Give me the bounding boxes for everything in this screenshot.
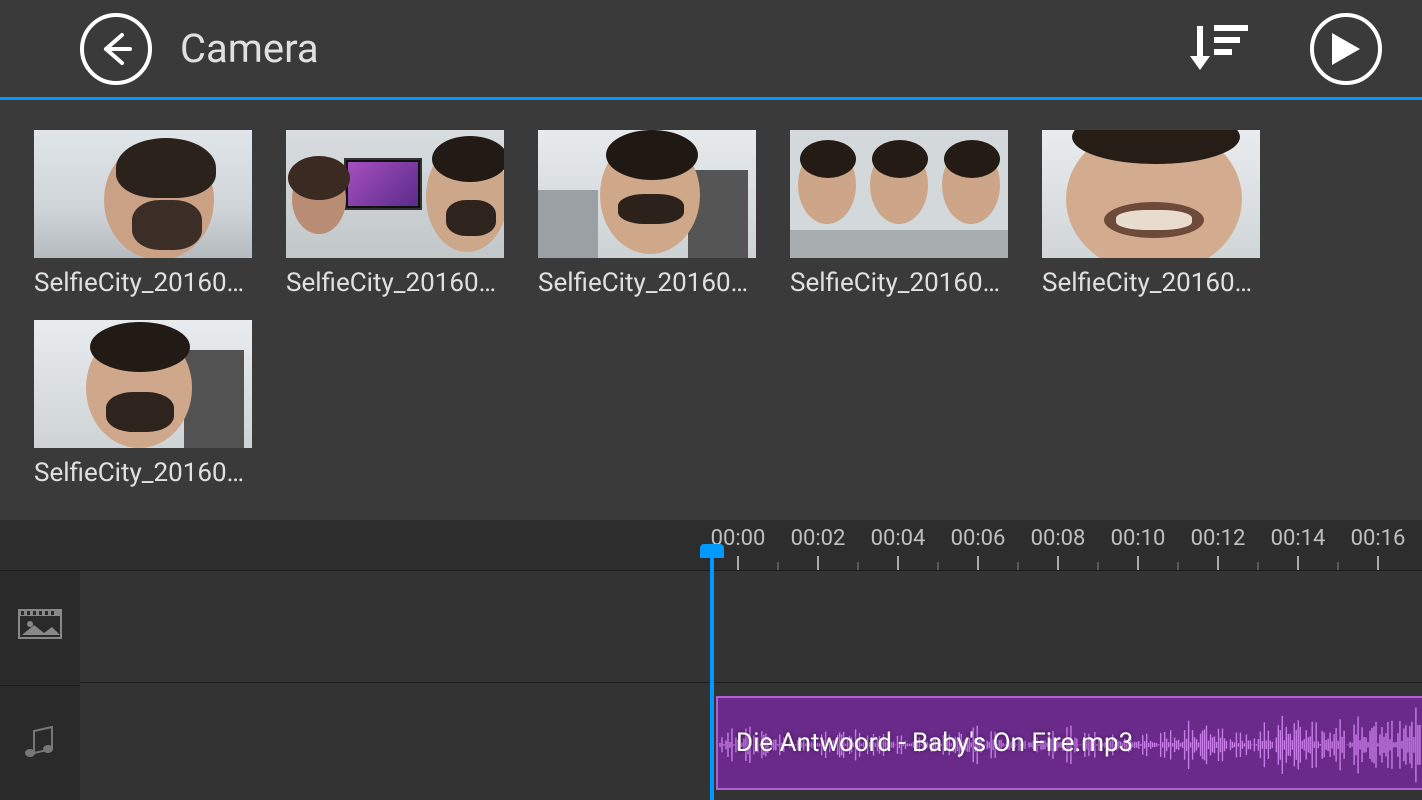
track-headers xyxy=(0,570,80,800)
audio-track-header[interactable] xyxy=(0,685,80,800)
audio-clip[interactable]: Die Antwoord - Baby's On Fire.mp3 xyxy=(716,696,1422,790)
sort-icon xyxy=(1188,20,1250,74)
video-track-header[interactable] xyxy=(0,570,80,685)
ruler-tick-label: 00:14 xyxy=(1271,526,1326,551)
media-item-label: SelfieCity_20160… xyxy=(34,268,252,298)
media-thumbnail xyxy=(34,320,252,448)
track-content[interactable]: Die Antwoord - Baby's On Fire.mp3 xyxy=(80,570,1422,800)
video-track[interactable] xyxy=(80,570,1422,682)
play-button[interactable] xyxy=(1310,13,1382,85)
music-track-icon xyxy=(22,725,58,761)
arrow-left-icon xyxy=(96,29,136,69)
media-item-label: SelfieCity_20160… xyxy=(790,268,1008,298)
header: Camera xyxy=(0,0,1422,100)
media-item[interactable]: SelfieCity_20160… xyxy=(538,130,756,298)
ruler-tick-label: 00:02 xyxy=(791,526,846,551)
media-thumbnail xyxy=(1042,130,1260,258)
media-item-label: SelfieCity_20160… xyxy=(1042,268,1260,298)
media-item-label: SelfieCity_20160… xyxy=(538,268,756,298)
media-item[interactable]: SelfieCity_20160… xyxy=(34,320,252,488)
sort-button[interactable] xyxy=(1188,20,1250,78)
media-thumbnail xyxy=(790,130,1008,258)
ruler-tick-label: 00:08 xyxy=(1031,526,1086,551)
ruler-tick-label: 00:06 xyxy=(951,526,1006,551)
ruler-tick-label: 00:12 xyxy=(1191,526,1246,551)
playhead[interactable] xyxy=(710,558,714,800)
timeline: 00:0000:0200:0400:0600:0800:1000:1200:14… xyxy=(0,520,1422,800)
media-thumbnail xyxy=(34,130,252,258)
media-item[interactable]: SelfieCity_20160… xyxy=(34,130,252,298)
ruler-tick-label: 00:16 xyxy=(1351,526,1406,551)
page-title: Camera xyxy=(180,25,319,72)
media-thumbnail xyxy=(286,130,504,258)
ruler-tick-label: 00:04 xyxy=(871,526,926,551)
media-item-label: SelfieCity_20160… xyxy=(286,268,504,298)
audio-clip-label: Die Antwoord - Baby's On Fire.mp3 xyxy=(736,728,1133,758)
media-item[interactable]: SelfieCity_20160… xyxy=(790,130,1008,298)
media-thumbnail xyxy=(538,130,756,258)
media-grid: SelfieCity_20160… SelfieCity_20160… Self… xyxy=(0,100,1422,520)
ruler-tick-label: 00:10 xyxy=(1111,526,1166,551)
play-icon xyxy=(1330,31,1362,67)
media-item[interactable]: SelfieCity_20160… xyxy=(1042,130,1260,298)
media-item[interactable]: SelfieCity_20160… xyxy=(286,130,504,298)
back-button[interactable] xyxy=(80,13,152,85)
image-track-icon xyxy=(18,609,62,647)
media-item-label: SelfieCity_20160… xyxy=(34,458,252,488)
